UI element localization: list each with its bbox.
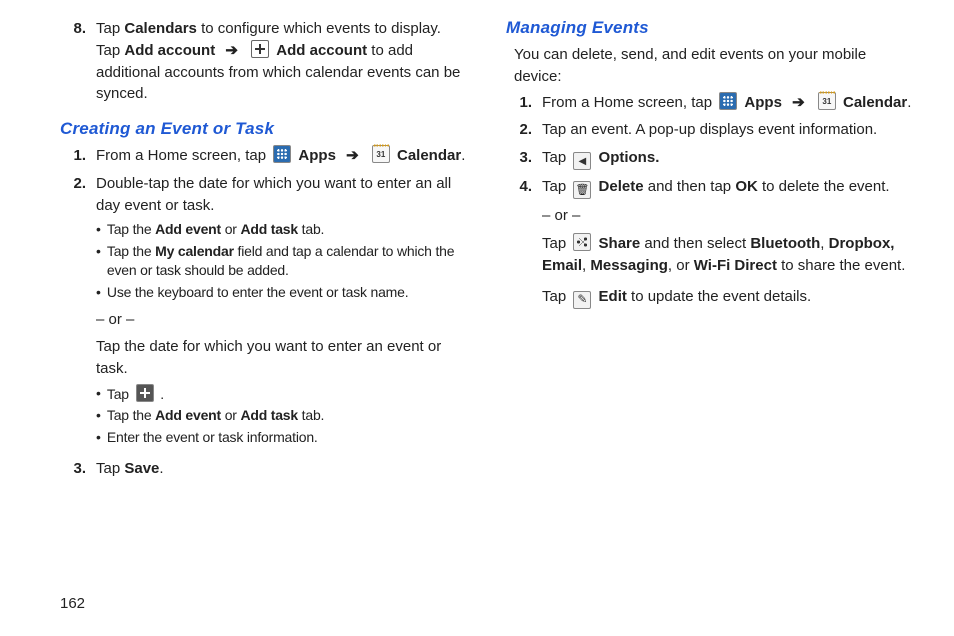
- bullet-text: Tap the My calendar field and tap a cale…: [107, 242, 466, 281]
- step-8-body: Tap Calendars to configure which events …: [96, 18, 466, 105]
- bold-edit: Edit: [599, 288, 627, 305]
- plus-icon: [251, 40, 269, 58]
- text: Tap: [542, 288, 570, 305]
- text: to delete the event.: [758, 178, 890, 195]
- body: Double-tap the date for which you want t…: [96, 173, 466, 452]
- text: .: [907, 94, 911, 111]
- text: and then select: [640, 235, 750, 252]
- text: Tap: [542, 178, 570, 195]
- bullet: • Tap the My calendar field and tap a ca…: [96, 242, 466, 281]
- calendar-icon: [818, 92, 836, 110]
- page-number: 162: [60, 595, 85, 612]
- body: Tap Options.: [542, 147, 912, 170]
- step-8-num: 8.: [60, 18, 86, 105]
- bullet: • Tap the Add event or Add task tab.: [96, 220, 466, 240]
- bullet-text: Use the keyboard to enter the event or t…: [107, 283, 409, 303]
- bullet: • Enter the event or task information.: [96, 428, 466, 448]
- body: Tap Save.: [96, 458, 466, 480]
- bold-apps: Apps: [744, 94, 782, 111]
- apps-icon: [719, 92, 737, 110]
- text: Double-tap the date for which you want t…: [96, 175, 451, 214]
- bold-add-account-2: Add account: [276, 42, 367, 59]
- arrow-icon: ➔: [792, 94, 805, 111]
- bold-calendar: Calendar: [397, 147, 461, 164]
- text: From a Home screen, tap: [542, 94, 716, 111]
- share-icon: [573, 233, 591, 251]
- bullet: • Use the keyboard to enter the event or…: [96, 283, 466, 303]
- manage-step-2: 2. Tap an event. A pop-up displays event…: [506, 119, 912, 141]
- arrow-icon: ➔: [346, 147, 359, 164]
- text: to configure which events to display.: [197, 20, 441, 37]
- text: Tap the date for which you want to enter…: [96, 336, 466, 380]
- page-root: 8. Tap Calendars to configure which even…: [0, 0, 954, 636]
- bold-apps: Apps: [298, 147, 336, 164]
- manage-step-1: 1. From a Home screen, tap Apps ➔ Calend…: [506, 92, 912, 114]
- bold-share: Share: [599, 235, 641, 252]
- or-divider: – or –: [96, 309, 466, 331]
- create-step-3: 3. Tap Save.: [60, 458, 466, 480]
- bold-calendars: Calendars: [124, 20, 197, 37]
- bullet-text: Tap .: [107, 384, 164, 405]
- bullet-text: Tap the Add event or Add task tab.: [107, 406, 324, 426]
- num: 2.: [506, 119, 532, 141]
- intro-text: You can delete, send, and edit events on…: [514, 44, 912, 88]
- step-8: 8. Tap Calendars to configure which even…: [60, 18, 466, 105]
- num: 3.: [506, 147, 532, 170]
- bullet-text: Tap the Add event or Add task tab.: [107, 220, 324, 240]
- text: From a Home screen, tap: [96, 147, 270, 164]
- num: 1.: [506, 92, 532, 114]
- text: Tap an event. A pop-up displays event in…: [542, 119, 912, 141]
- or-divider: – or –: [542, 205, 912, 227]
- text: .: [159, 460, 163, 477]
- bold-save: Save: [124, 460, 159, 477]
- text: to update the event details.: [627, 288, 811, 305]
- text: Tap: [542, 235, 570, 252]
- trash-icon: [573, 181, 591, 199]
- edit-icon: [573, 291, 591, 309]
- bullet: • Tap .: [96, 384, 466, 405]
- text: Tap: [96, 42, 124, 59]
- bold-delete: Delete: [599, 178, 644, 195]
- heading-managing: Managing Events: [506, 18, 912, 38]
- text: .: [461, 147, 465, 164]
- create-step-2: 2. Double-tap the date for which you wan…: [60, 173, 466, 452]
- bold-add-account: Add account: [124, 42, 215, 59]
- text: Tap: [96, 460, 124, 477]
- num: 3.: [60, 458, 86, 480]
- body: From a Home screen, tap Apps ➔ Calendar.: [96, 145, 466, 167]
- manage-step-3: 3. Tap Options.: [506, 147, 912, 170]
- create-step-1: 1. From a Home screen, tap Apps ➔ Calend…: [60, 145, 466, 167]
- text: Tap: [542, 149, 570, 166]
- text: Tap: [96, 20, 124, 37]
- column-right: Managing Events You can delete, send, an…: [506, 18, 912, 636]
- calendar-icon: [372, 145, 390, 163]
- num: 4.: [506, 176, 532, 309]
- manage-step-4: 4. Tap Delete and then tap OK to delete …: [506, 176, 912, 309]
- body: From a Home screen, tap Apps ➔ Calendar.: [542, 92, 912, 114]
- bullet: • Tap the Add event or Add task tab.: [96, 406, 466, 426]
- num: 1.: [60, 145, 86, 167]
- column-left: 8. Tap Calendars to configure which even…: [60, 18, 466, 636]
- apps-icon: [273, 145, 291, 163]
- back-icon: [573, 152, 591, 170]
- bullet-text: Enter the event or task information.: [107, 428, 318, 448]
- bold-ok: OK: [735, 178, 758, 195]
- bold-calendar: Calendar: [843, 94, 907, 111]
- arrow-icon: ➔: [225, 42, 238, 59]
- text: and then tap: [644, 178, 736, 195]
- num: 2.: [60, 173, 86, 452]
- body: Tap Delete and then tap OK to delete the…: [542, 176, 912, 309]
- heading-creating: Creating an Event or Task: [60, 119, 466, 139]
- bold-options: Options.: [599, 149, 660, 166]
- plus-dark-icon: [136, 384, 154, 402]
